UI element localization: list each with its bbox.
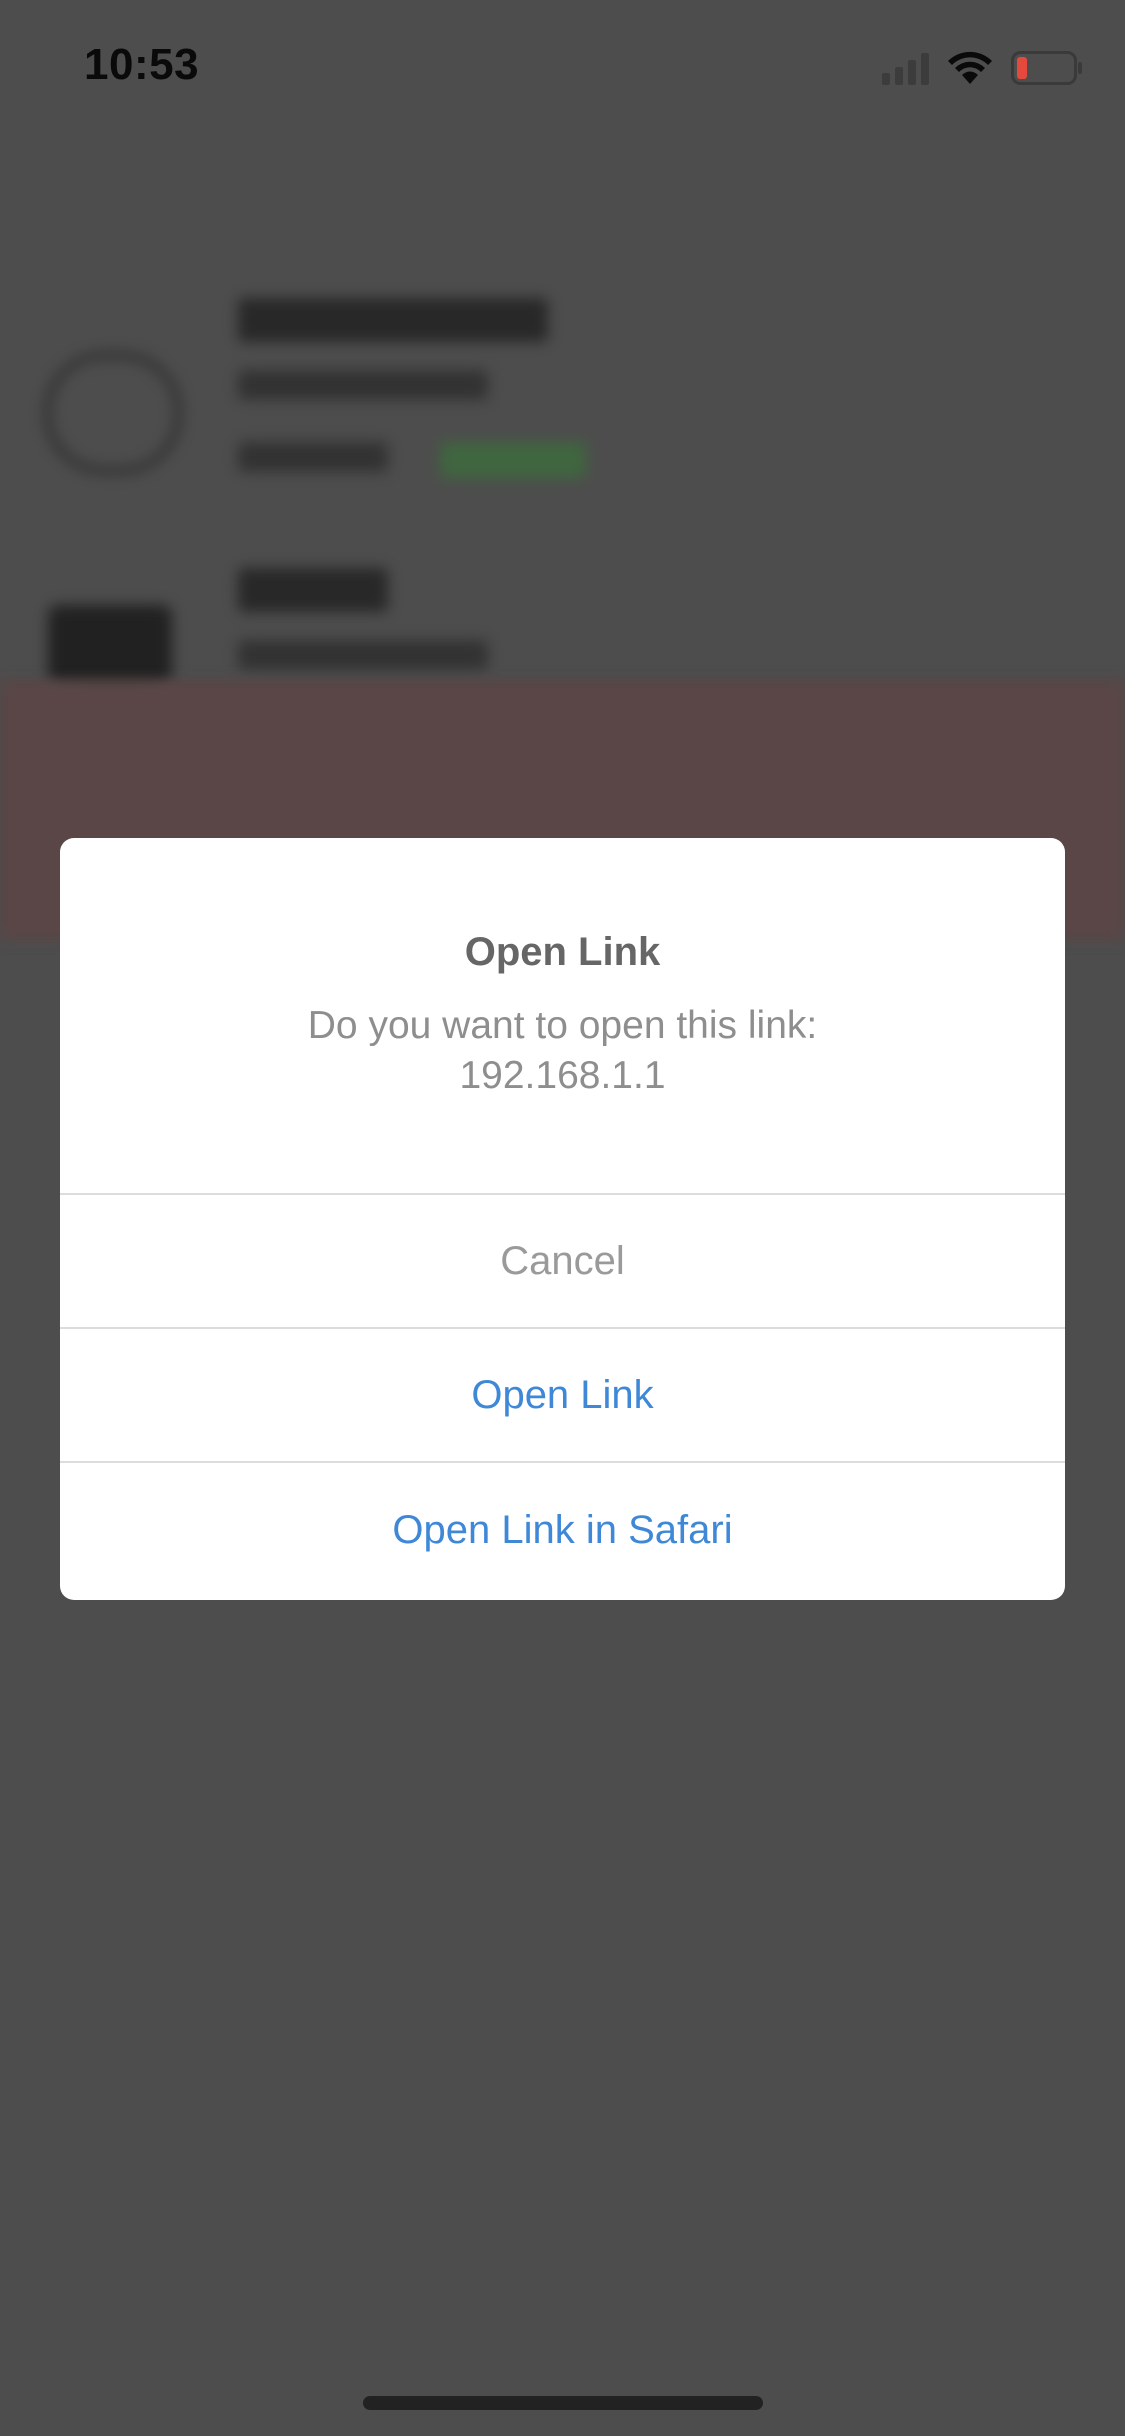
blurred-text <box>238 370 488 400</box>
status-icons <box>882 50 1083 86</box>
background-device-cloud <box>0 270 1125 530</box>
router-icon <box>48 605 172 685</box>
open-link-alert: Open Link Do you want to open this link:… <box>60 838 1065 1600</box>
blurred-status-pill <box>440 442 586 478</box>
screen: 10:53 Open Link Do you want to open this… <box>0 0 1125 2436</box>
blurred-text <box>238 442 388 472</box>
cloud-icon <box>44 352 182 474</box>
blurred-text <box>238 568 388 612</box>
wifi-icon <box>948 51 992 84</box>
alert-title: Open Link <box>464 930 661 974</box>
home-indicator[interactable] <box>363 2396 763 2410</box>
alert-header: Open Link Do you want to open this link:… <box>60 838 1065 1195</box>
status-time: 10:53 <box>84 40 200 89</box>
open-link-button[interactable]: Open Link <box>60 1329 1065 1463</box>
battery-low-icon <box>1011 51 1082 85</box>
alert-message: Do you want to open this link: 192.168.1… <box>307 1004 818 1097</box>
blurred-text <box>238 298 548 342</box>
status-bar: 10:53 <box>0 0 1125 140</box>
blurred-text <box>238 640 488 670</box>
cancel-button[interactable]: Cancel <box>60 1195 1065 1329</box>
open-link-in-safari-button[interactable]: Open Link in Safari <box>60 1463 1065 1597</box>
cellular-signal-icon <box>882 51 929 85</box>
